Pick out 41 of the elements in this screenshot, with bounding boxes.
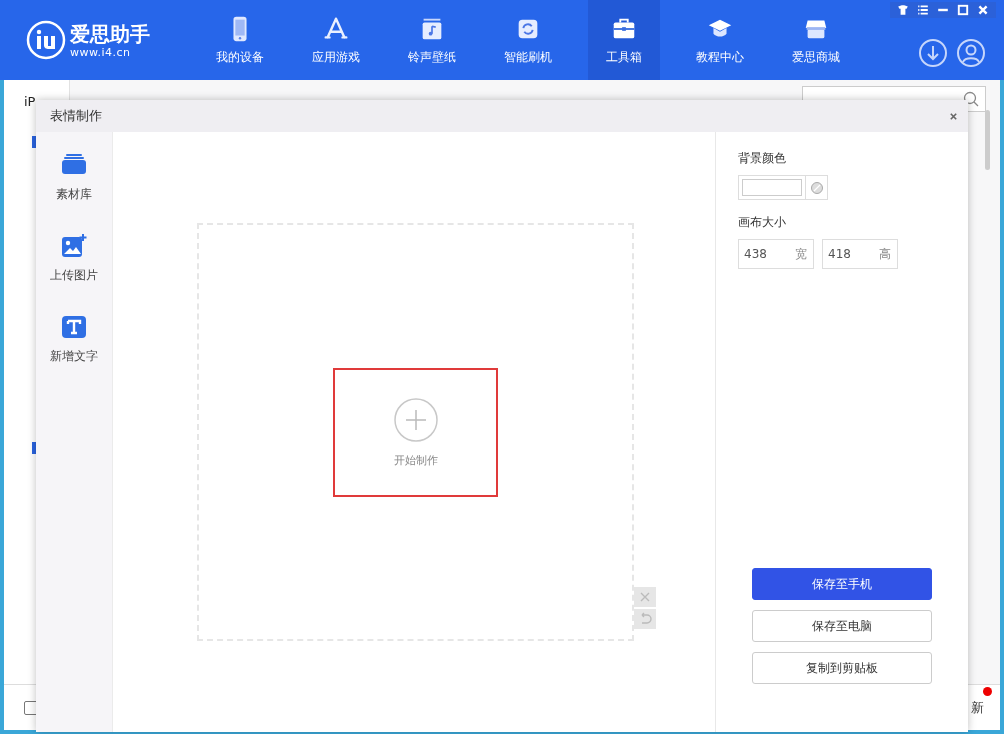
tool-button[interactable]: 新增文字: [50, 314, 98, 365]
action-button[interactable]: 保存至电脑: [752, 610, 932, 642]
nav-tab[interactable]: 应用游戏: [288, 0, 384, 80]
download-icon[interactable]: [918, 38, 948, 68]
nav-tab[interactable]: 教程中心: [672, 0, 768, 80]
width-field[interactable]: 438 宽: [738, 239, 814, 269]
nav-tab[interactable]: 工具箱: [588, 0, 660, 80]
add-image-icon: [60, 233, 88, 259]
start-label[interactable]: 开始制作: [393, 452, 438, 468]
height-field[interactable]: 418 高: [822, 239, 898, 269]
nav-tab[interactable]: 智能刷机: [480, 0, 576, 80]
color-picker-button[interactable]: [806, 175, 828, 200]
action-button[interactable]: 复制到剪贴板: [752, 652, 932, 684]
update-link[interactable]: 新: [971, 698, 984, 717]
nav-tab[interactable]: 爱思商城: [768, 0, 864, 80]
nav-tab[interactable]: 我的设备: [192, 0, 288, 80]
user-icon[interactable]: [956, 38, 986, 68]
width-unit: 宽: [795, 245, 807, 263]
text-icon: [60, 314, 88, 340]
maximize-icon[interactable]: [957, 4, 969, 16]
no-color-icon: [809, 180, 824, 195]
close-icon[interactable]: [949, 111, 958, 121]
logo-url: www.i4.cn: [70, 45, 132, 59]
sidebar-item[interactable]: iP: [24, 94, 36, 109]
scrollbar[interactable]: [985, 110, 990, 170]
logo-icon: [26, 20, 66, 60]
dialog-title: 表情制作: [50, 107, 102, 125]
search-icon[interactable]: [963, 91, 979, 107]
action-button[interactable]: 保存至手机: [752, 568, 932, 600]
background-color-label: 背景颜色: [738, 150, 787, 167]
menu-icon[interactable]: [917, 4, 929, 16]
color-field[interactable]: [738, 175, 806, 200]
selection-marker: [32, 136, 36, 148]
canvas-size-label: 画布大小: [738, 214, 787, 231]
nav-tab[interactable]: 铃声壁纸: [384, 0, 480, 80]
tool-button[interactable]: 上传图片: [50, 233, 98, 284]
tool-button[interactable]: 素材库: [56, 152, 92, 203]
skin-icon[interactable]: [897, 4, 909, 16]
height-unit: 高: [879, 245, 891, 263]
logo-title: 爱思助手: [70, 21, 150, 46]
selection-marker: [32, 442, 36, 454]
